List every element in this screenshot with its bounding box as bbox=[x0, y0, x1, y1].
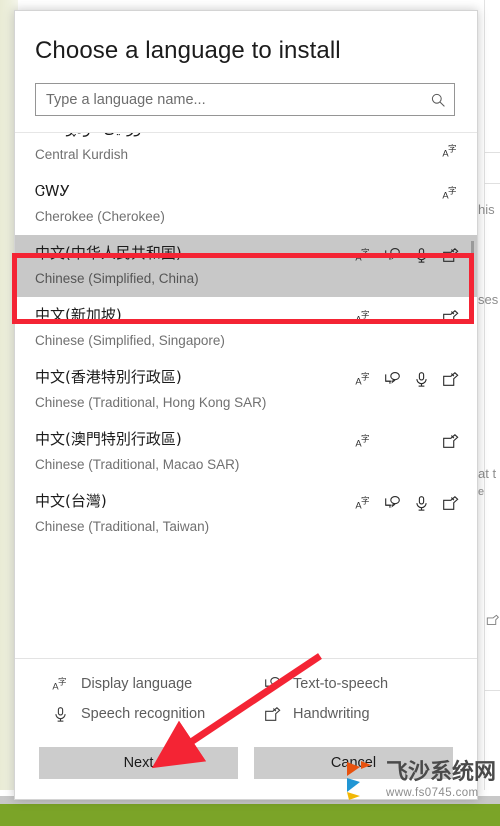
legend-speech-recognition: Speech recognition bbox=[15, 705, 227, 723]
text-to-speech-icon bbox=[263, 675, 281, 693]
handwriting-icon[interactable] bbox=[441, 494, 459, 512]
watermark-logo-icon bbox=[346, 760, 381, 800]
list-scrollbar-thumb[interactable] bbox=[471, 241, 474, 277]
search-icon[interactable] bbox=[430, 92, 446, 108]
handwriting-icon[interactable] bbox=[441, 246, 459, 264]
background-text-fragment: his bbox=[478, 202, 495, 217]
background-column-divider bbox=[484, 0, 485, 790]
handwriting-icon[interactable] bbox=[441, 308, 459, 326]
legend-label: Handwriting bbox=[293, 706, 370, 722]
display-language-icon[interactable]: A 字 bbox=[441, 142, 459, 160]
display-language-icon[interactable]: A 字 bbox=[354, 370, 372, 388]
watermark: 飞沙系统网 www.fs0745.com bbox=[346, 760, 496, 800]
choose-language-dialog: Choose a language to install کوردیی ناوە… bbox=[14, 10, 478, 800]
language-english-name: Cherokee (Cherokee) bbox=[35, 209, 165, 224]
handwriting-icon bbox=[486, 614, 499, 630]
list-item[interactable]: 中文(澳門特別行政區) Chinese (Traditional, Macao … bbox=[15, 421, 477, 483]
feature-icons: A 字 bbox=[441, 141, 459, 161]
search-box[interactable] bbox=[35, 83, 455, 116]
watermark-site-name: 飞沙系统网 bbox=[385, 760, 496, 785]
language-native-name: کوردیی ناوەڕاست bbox=[35, 133, 447, 139]
search-input[interactable] bbox=[36, 84, 454, 115]
feature-icons: A 字 bbox=[354, 493, 459, 513]
background-rule-3 bbox=[484, 690, 500, 691]
svg-text:字: 字 bbox=[360, 247, 369, 258]
background-text-fragment: at t bbox=[478, 466, 497, 481]
background-taskbar-strip bbox=[0, 796, 500, 826]
screenshot-root: his ses at t e Choose a language to inst… bbox=[0, 0, 500, 826]
list-item[interactable]: 中文(香港特別行政區) Chinese (Traditional, Hong K… bbox=[15, 359, 477, 421]
svg-text:字: 字 bbox=[57, 676, 66, 687]
display-language-icon[interactable]: A 字 bbox=[441, 184, 459, 202]
language-english-name: Chinese (Traditional, Taiwan) bbox=[35, 519, 210, 534]
speech-recognition-icon[interactable] bbox=[412, 246, 430, 264]
list-item[interactable]: 中文(台灣) Chinese (Traditional, Taiwan) A 字 bbox=[15, 483, 477, 545]
text-to-speech-icon[interactable] bbox=[383, 246, 401, 264]
svg-text:字: 字 bbox=[447, 185, 456, 196]
legend-label: Text-to-speech bbox=[293, 676, 389, 692]
background-rule-2 bbox=[484, 183, 500, 184]
list-item[interactable]: کوردیی ناوەڕاست Central Kurdish A 字 bbox=[15, 133, 477, 173]
svg-text:字: 字 bbox=[360, 433, 369, 444]
background-rule-1 bbox=[484, 152, 500, 153]
list-scrollbar-track[interactable] bbox=[471, 133, 474, 658]
feature-icons: A 字 bbox=[354, 307, 459, 327]
legend-label: Display language bbox=[81, 676, 193, 692]
language-english-name: Central Kurdish bbox=[35, 147, 129, 162]
list-item-selected[interactable]: 中文(中华人民共和国) Chinese (Simplified, China) … bbox=[15, 235, 477, 297]
svg-text:字: 字 bbox=[360, 495, 369, 506]
text-to-speech-icon[interactable] bbox=[383, 494, 401, 512]
display-language-icon[interactable]: A 字 bbox=[354, 308, 372, 326]
speech-recognition-icon[interactable] bbox=[412, 370, 430, 388]
feature-icons: A 字 bbox=[354, 431, 459, 451]
speech-recognition-icon bbox=[51, 705, 69, 723]
display-language-icon[interactable]: A 字 bbox=[354, 494, 372, 512]
language-english-name: Chinese (Simplified, China) bbox=[35, 271, 199, 286]
next-button[interactable]: Next bbox=[39, 747, 238, 779]
legend-label: Speech recognition bbox=[81, 706, 206, 722]
background-text-fragment: e bbox=[478, 486, 485, 498]
feature-icons: A 字 bbox=[354, 369, 459, 389]
feature-icons: A 字 bbox=[441, 183, 459, 203]
language-list-area: کوردیی ناوەڕاست Central Kurdish A 字 ᏣᎳᎩ bbox=[15, 132, 477, 658]
speech-recognition-icon[interactable] bbox=[412, 494, 430, 512]
language-english-name: Chinese (Simplified, Singapore) bbox=[35, 333, 225, 348]
background-text-fragment: ses bbox=[478, 292, 499, 307]
svg-text:字: 字 bbox=[360, 309, 369, 320]
language-native-name: ᏣᎳᎩ bbox=[35, 182, 71, 200]
language-list[interactable]: کوردیی ناوەڕاست Central Kurdish A 字 ᏣᎳᎩ bbox=[15, 133, 477, 658]
handwriting-icon bbox=[263, 705, 281, 723]
display-language-icon[interactable]: A 字 bbox=[354, 432, 372, 450]
list-item[interactable]: 中文(新加坡) Chinese (Simplified, Singapore) … bbox=[15, 297, 477, 359]
feature-icons: A 字 bbox=[354, 245, 459, 265]
search-container bbox=[15, 65, 477, 132]
dialog-title: Choose a language to install bbox=[35, 37, 341, 64]
svg-text:字: 字 bbox=[447, 143, 456, 154]
feature-legend: A 字 Display language Text-to-speech Spee… bbox=[15, 658, 477, 733]
language-english-name: Chinese (Traditional, Hong Kong SAR) bbox=[35, 395, 267, 410]
text-to-speech-icon[interactable] bbox=[383, 370, 401, 388]
svg-text:字: 字 bbox=[360, 371, 369, 382]
legend-handwriting: Handwriting bbox=[227, 705, 477, 723]
list-item[interactable]: ᏣᎳᎩ Cherokee (Cherokee) A 字 bbox=[15, 173, 477, 235]
legend-display-language: A 字 Display language bbox=[15, 675, 227, 693]
language-english-name: Chinese (Traditional, Macao SAR) bbox=[35, 457, 240, 472]
legend-text-to-speech: Text-to-speech bbox=[227, 675, 477, 693]
display-language-icon[interactable]: A 字 bbox=[354, 246, 372, 264]
display-language-icon: A 字 bbox=[51, 675, 69, 693]
watermark-text: 飞沙系统网 www.fs0745.com bbox=[386, 760, 496, 800]
watermark-url: www.fs0745.com bbox=[385, 787, 479, 799]
handwriting-icon[interactable] bbox=[441, 432, 459, 450]
handwriting-icon[interactable] bbox=[441, 370, 459, 388]
